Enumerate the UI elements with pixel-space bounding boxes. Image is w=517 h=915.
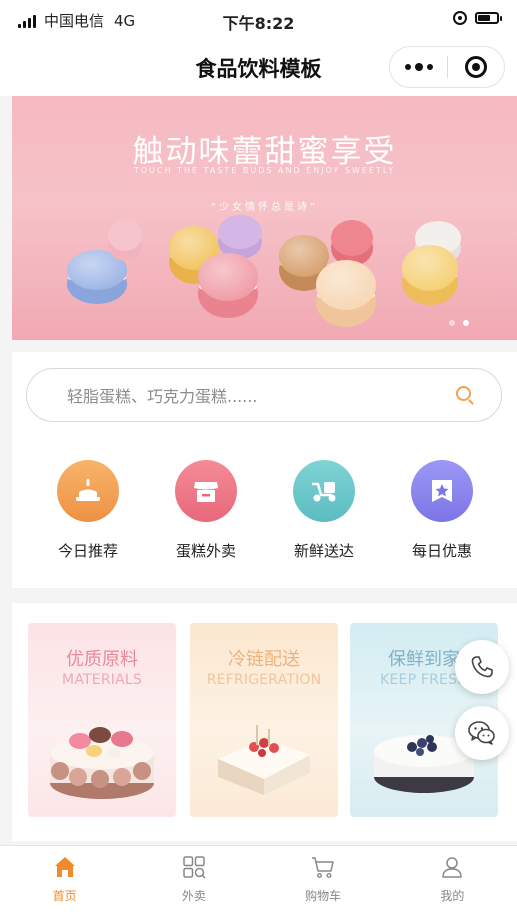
call-button[interactable] <box>455 640 509 694</box>
category-label: 每日优惠 <box>411 542 472 560</box>
feature-section: 优质原料 MATERIALS 冷链配送 REFRIGERATION 保鲜到家 K… <box>12 603 517 841</box>
more-icon[interactable] <box>390 62 447 71</box>
delivery-scooter-icon <box>293 460 355 522</box>
orientation-lock-icon <box>453 11 467 25</box>
feature-subtitle: MATERIALS <box>62 672 142 688</box>
cream-cake-image <box>218 725 310 795</box>
category-daily-deals[interactable]: 每日优惠 <box>383 460 501 561</box>
category-row: 今日推荐 蛋糕外卖 新鲜送达 每日优惠 <box>12 460 517 561</box>
bottom-tab-bar: 首页 外卖 购物车 我的 <box>0 845 517 915</box>
tab-label: 首页 <box>52 889 77 903</box>
search-placeholder: 轻脂蛋糕、巧克力蛋糕...... <box>67 387 258 406</box>
feature-subtitle: REFRIGERATION <box>206 672 322 688</box>
status-bar: 中国电信 4G 下午8:22 <box>0 0 517 40</box>
tab-mine[interactable]: 我的 <box>388 846 517 915</box>
category-cake-takeout[interactable]: 蛋糕外卖 <box>147 460 265 561</box>
battery-icon <box>475 12 502 24</box>
search-input[interactable]: 轻脂蛋糕、巧克力蛋糕...... <box>26 368 502 422</box>
category-label: 新鲜送达 <box>293 542 354 560</box>
nav-bar: 食品饮料模板 <box>0 40 517 96</box>
feature-refrigeration[interactable]: 冷链配送 REFRIGERATION <box>190 623 338 817</box>
banner-pagination <box>449 320 469 326</box>
tab-cart[interactable]: 购物车 <box>259 846 388 915</box>
grid-icon <box>181 854 207 880</box>
category-fresh-delivery[interactable]: 新鲜送达 <box>265 460 383 561</box>
macaron-cake-image <box>50 727 154 799</box>
tab-home[interactable]: 首页 <box>0 846 129 915</box>
tab-label: 外卖 <box>181 889 206 903</box>
category-label: 今日推荐 <box>57 542 118 560</box>
macaron <box>218 215 262 259</box>
status-right <box>453 11 502 25</box>
tab-takeout[interactable]: 外卖 <box>129 846 258 915</box>
phone-icon <box>471 656 493 678</box>
miniprogram-capsule <box>389 46 505 88</box>
status-time: 下午8:22 <box>222 14 295 33</box>
feature-title: 冷链配送 <box>228 649 300 670</box>
pagination-dot[interactable] <box>449 320 455 326</box>
star-badge-icon <box>411 460 473 522</box>
home-icon <box>52 854 78 880</box>
wechat-icon <box>468 721 495 745</box>
macaron <box>108 219 142 261</box>
cake-candle-icon <box>57 460 119 522</box>
tab-label: 购物车 <box>305 889 342 903</box>
macaron <box>198 253 258 318</box>
macaron <box>316 260 376 327</box>
search-icon[interactable] <box>456 386 471 401</box>
tab-label: 我的 <box>440 889 465 903</box>
cart-icon <box>310 854 336 880</box>
close-miniprogram-icon[interactable] <box>448 56 504 78</box>
chat-button[interactable] <box>455 706 509 760</box>
search-and-categories: 轻脂蛋糕、巧克力蛋糕...... 今日推荐 蛋糕外卖 新鲜送达 每日优惠 <box>12 352 517 588</box>
macaron <box>402 245 458 305</box>
macarons-illustration <box>67 215 461 327</box>
hero-banner[interactable]: 触动味蕾甜蜜享受 TOUCH THE TASTE BUDS AND ENJOY … <box>12 96 517 340</box>
pagination-dot-active[interactable] <box>463 320 469 326</box>
category-today-recommend[interactable]: 今日推荐 <box>29 460 147 561</box>
shop-icon <box>175 460 237 522</box>
category-label: 蛋糕外卖 <box>175 542 236 560</box>
feature-title: 优质原料 <box>66 649 138 670</box>
phone-screen: 中国电信 4G 下午8:22 食品饮料模板 触动味蕾甜蜜享受 TOUCH THE… <box>0 0 517 915</box>
user-icon <box>439 854 465 880</box>
macaron <box>331 220 373 266</box>
feature-materials[interactable]: 优质原料 MATERIALS <box>28 623 176 817</box>
